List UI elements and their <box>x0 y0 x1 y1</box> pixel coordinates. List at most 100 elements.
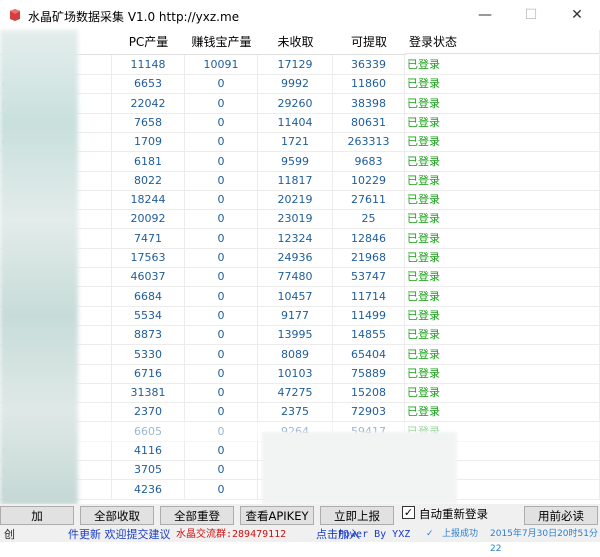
table-row[interactable]: 6716 0 10103 75889 已登录 <box>0 363 600 384</box>
view-apikey-button[interactable]: 查看APIKEY <box>240 506 314 525</box>
login-status-cell: 已登录 <box>405 286 600 306</box>
relogin-all-button[interactable]: 全部重登 <box>160 506 234 525</box>
zqb-output-cell: 0 <box>185 112 258 132</box>
table-row[interactable]: 6181 0 9599 9683 已登录 <box>0 151 600 172</box>
table-row[interactable]: 6684 0 10457 11714 已登录 <box>0 286 600 307</box>
uncollected-cell: 1721 <box>258 132 333 152</box>
table-row[interactable]: 31381 0 47275 15208 已登录 <box>0 383 600 404</box>
table-row[interactable]: 11148 10091 17129 36339 已登录 <box>0 55 600 75</box>
column-header-uncollected[interactable]: 未收取 <box>258 30 334 55</box>
maximize-button[interactable]: ☐ <box>508 0 554 30</box>
report-now-button[interactable]: 立即上报 <box>320 506 394 525</box>
table-row[interactable]: 7658 0 11404 80631 已登录 <box>0 112 600 133</box>
close-button[interactable]: ✕ <box>554 0 600 30</box>
table-row[interactable]: 5534 0 9177 11499 已登录 <box>0 305 600 326</box>
login-status-cell: 已登录 <box>405 325 600 345</box>
add-button[interactable]: 加 <box>0 506 74 525</box>
pc-output-cell: 7471 <box>112 228 185 248</box>
withdrawable-cell: 53747 <box>333 267 405 287</box>
withdrawable-cell: 27611 <box>333 190 405 210</box>
uncollected-cell: 11817 <box>258 170 333 190</box>
zqb-output-cell: 0 <box>185 286 258 306</box>
table-row[interactable]: 20092 0 23019 25 已登录 <box>0 209 600 230</box>
login-status-cell: 已登录 <box>405 267 600 287</box>
withdrawable-cell: 11714 <box>333 286 405 306</box>
login-status-cell: 已登录 <box>405 209 600 229</box>
withdrawable-cell: 15208 <box>333 383 405 403</box>
uncollected-cell: 9177 <box>258 305 333 325</box>
redacted-area <box>262 432 457 504</box>
uncollected-cell: 23019 <box>258 209 333 229</box>
pc-output-cell: 5534 <box>112 305 185 325</box>
table-row[interactable]: 2370 0 2375 72903 已登录 <box>0 402 600 423</box>
pc-output-cell: 6181 <box>112 151 185 171</box>
withdrawable-cell: 12846 <box>333 228 405 248</box>
auto-relogin-label[interactable]: 自动重新登录 <box>419 506 488 522</box>
auto-relogin-checkbox[interactable]: ✓ <box>402 506 415 519</box>
zqb-output-cell: 0 <box>185 74 258 94</box>
uncollected-cell: 2375 <box>258 402 333 422</box>
report-timestamp: 2015年7月30日20时51分22 <box>490 529 598 554</box>
report-ok-icon: ✓ <box>426 529 434 539</box>
zqb-output-cell: 0 <box>185 344 258 364</box>
toolbar: 加 全部收取 全部重登 查看APIKEY 立即上报 用前必读 <box>0 504 600 527</box>
zqb-output-cell: 0 <box>185 248 258 267</box>
login-status-cell: 已登录 <box>405 363 600 383</box>
pc-output-cell: 2370 <box>112 402 185 422</box>
table-row[interactable]: 18244 0 20219 27611 已登录 <box>0 190 600 211</box>
collect-all-button[interactable]: 全部收取 <box>80 506 154 525</box>
zqb-output-cell: 0 <box>185 151 258 171</box>
uncollected-cell: 13995 <box>258 325 333 345</box>
pc-output-cell: 8022 <box>112 170 185 190</box>
uncollected-cell: 10457 <box>258 286 333 306</box>
status-group-text: 水晶交流群:289479112 <box>176 529 287 540</box>
column-header-withdrawable[interactable]: 可提取 <box>333 30 406 55</box>
minimize-button[interactable]: — <box>462 0 508 30</box>
table-row[interactable]: 7471 0 12324 12846 已登录 <box>0 228 600 249</box>
table-row[interactable]: 5330 0 8089 65404 已登录 <box>0 344 600 365</box>
login-status-cell: 已登录 <box>405 228 600 248</box>
withdrawable-cell: 38398 <box>333 93 405 113</box>
title-bar: 水晶矿场数据采集 V1.0 http://yxz.me — ☐ ✕ <box>0 0 600 31</box>
uncollected-cell: 9992 <box>258 74 333 94</box>
zqb-output-cell: 0 <box>185 132 258 152</box>
zqb-output-cell: 0 <box>185 93 258 113</box>
zqb-output-cell: 0 <box>185 363 258 383</box>
zqb-output-cell: 0 <box>185 209 258 229</box>
withdrawable-cell: 11499 <box>333 305 405 325</box>
table-row[interactable]: 17563 0 24936 21968 已登录 <box>0 248 600 268</box>
uncollected-cell: 9599 <box>258 151 333 171</box>
withdrawable-cell: 80631 <box>333 112 405 132</box>
zqb-output-cell: 0 <box>185 460 258 480</box>
table-row[interactable]: e170901721263313已登录 <box>0 132 600 153</box>
table-row[interactable]: 46037 0 77480 53747 已登录 <box>0 267 600 288</box>
zqb-output-cell: 0 <box>185 325 258 345</box>
table-row[interactable]: om2204202926038398已登录 <box>0 93 600 114</box>
status-text-1: 创 <box>4 528 15 541</box>
pc-output-cell: 4116 <box>112 441 185 460</box>
withdrawable-cell: 21968 <box>333 248 405 267</box>
login-status-cell: 已登录 <box>405 151 600 171</box>
column-header-pc-output[interactable]: PC产量 <box>112 30 186 55</box>
status-bar: 创 件更新 欢迎提交建议 水晶交流群:289479112 点击加入 Power … <box>0 527 600 554</box>
zqb-output-cell: 10091 <box>185 55 258 74</box>
must-read-button[interactable]: 用前必读 <box>524 506 598 525</box>
table-row[interactable]: q.c...66530999211860已登录 <box>0 74 600 95</box>
login-status-cell: 已登录 <box>405 112 600 132</box>
zqb-output-cell: 0 <box>185 479 258 499</box>
zqb-output-cell: 0 <box>185 228 258 248</box>
login-status-cell: 已登录 <box>405 383 600 403</box>
column-header-zqb-output[interactable]: 赚钱宝产量 <box>185 30 259 55</box>
app-icon <box>10 9 20 21</box>
login-status-cell: 已登录 <box>405 74 600 94</box>
pc-output-cell: 6605 <box>112 421 185 441</box>
report-status-text: 上报成功 <box>442 529 479 539</box>
withdrawable-cell: 36339 <box>333 55 405 74</box>
zqb-output-cell: 0 <box>185 190 258 210</box>
column-header-login-status[interactable]: 登录状态 <box>405 30 600 54</box>
table-row[interactable]: 8022 0 11817 10229 已登录 <box>0 170 600 191</box>
login-status-cell: 已登录 <box>405 190 600 210</box>
table-row[interactable]: 8873 0 13995 14855 已登录 <box>0 325 600 346</box>
uncollected-cell: 11404 <box>258 112 333 132</box>
redacted-accounts <box>0 30 78 505</box>
